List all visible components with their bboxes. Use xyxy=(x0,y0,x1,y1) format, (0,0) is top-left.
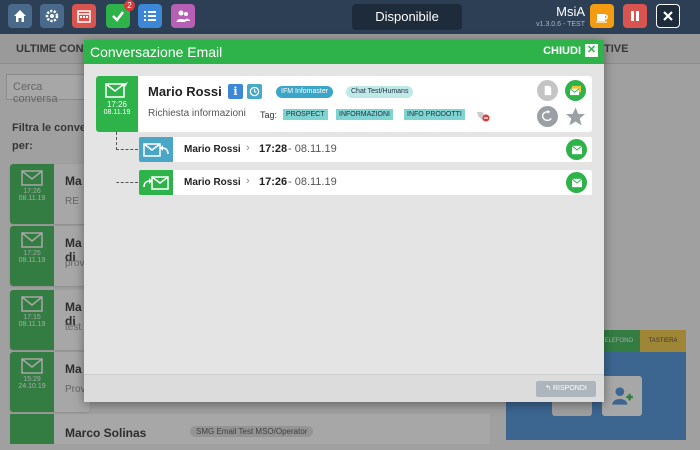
chevron-right-icon: › xyxy=(246,175,250,187)
document-button[interactable] xyxy=(537,80,558,101)
calendar-icon xyxy=(77,10,91,23)
email-subject: Richiesta informazioni xyxy=(148,108,246,119)
pause-button[interactable] xyxy=(623,4,647,28)
tag-label: Tag: xyxy=(260,110,278,120)
callback-button[interactable] xyxy=(537,106,558,127)
close-icon xyxy=(663,11,673,21)
campaign-chip: Chat Test/Humans xyxy=(346,86,414,98)
calendar-button[interactable] xyxy=(72,4,96,28)
queue-chip: IFM Infomaster xyxy=(276,86,334,98)
tag-prospect[interactable]: PROSPECT xyxy=(283,109,328,120)
users-icon xyxy=(176,10,190,22)
callback-icon xyxy=(541,110,552,122)
email-conversation-modal: Conversazione Email CHIUDI ✕ 17:26 08.11… xyxy=(84,40,604,402)
open-reply-button[interactable] xyxy=(566,139,587,160)
open-reply-button[interactable] xyxy=(566,172,587,193)
user-name: MsiA xyxy=(556,4,585,19)
info-icon[interactable]: i xyxy=(228,84,243,99)
favorite-button[interactable] xyxy=(565,106,586,127)
list-icon xyxy=(144,11,156,21)
envelope-icon xyxy=(571,177,582,187)
modal-footer: ↰ RISPONDI xyxy=(84,374,604,402)
reply-date: - 08.11.19 xyxy=(288,143,337,155)
home-button[interactable] xyxy=(8,4,32,28)
app-window: 2 Disponibile MsiA v1.3.0.6 - TEST ULTIM… xyxy=(0,0,700,450)
clock-icon xyxy=(249,86,260,97)
reply-tile xyxy=(139,137,173,162)
remove-tag-icon[interactable] xyxy=(476,108,490,122)
tag-info-prodotti[interactable]: INFO PRODOTTI xyxy=(404,109,465,120)
app-version: v1.3.0.6 - TEST xyxy=(536,21,585,28)
email-time: 17:26 xyxy=(106,100,128,109)
close-label: CHIUDI xyxy=(543,44,581,57)
sender-name: Mario Rossi xyxy=(148,84,222,99)
settings-button[interactable] xyxy=(40,4,64,28)
star-icon xyxy=(566,107,585,125)
forward-tile xyxy=(139,170,173,195)
thread-connector xyxy=(116,150,138,183)
tag-informazioni[interactable]: INFORMAZIONI xyxy=(336,109,393,120)
close-icon: ✕ xyxy=(585,44,598,57)
email-date: 08.11.19 xyxy=(103,109,131,116)
history-icon[interactable] xyxy=(247,84,262,99)
reply-arrow-icon: ↰ xyxy=(545,385,553,392)
exit-button[interactable] xyxy=(656,4,680,28)
chevron-right-icon: › xyxy=(246,142,250,154)
document-icon xyxy=(544,85,552,96)
coffee-icon xyxy=(596,14,608,23)
check-icon xyxy=(112,11,124,22)
thread-row[interactable]: Mario Rossi › 17:28 - 08.11.19 xyxy=(139,137,592,162)
main-email-card[interactable]: 17:26 08.11.19 Mario Rossi i IFM Infomas… xyxy=(96,76,592,132)
contacts-button[interactable] xyxy=(171,4,195,28)
modal-title: Conversazione Email xyxy=(90,44,223,60)
top-bar: 2 Disponibile MsiA v1.3.0.6 - TEST xyxy=(0,0,700,34)
mail-stack-icon xyxy=(569,85,581,96)
break-button[interactable] xyxy=(590,4,614,28)
reply-time: 17:26 xyxy=(259,176,288,188)
reply-envelope-icon xyxy=(105,82,128,98)
home-icon xyxy=(14,10,26,22)
thread-connector xyxy=(116,132,138,150)
reply-icon xyxy=(143,142,169,157)
forward-icon xyxy=(143,175,169,190)
reply-button-label: RISPONDI xyxy=(552,385,587,392)
tasks-button[interactable]: 2 xyxy=(106,0,135,28)
availability-status[interactable]: Disponibile xyxy=(352,4,462,30)
pause-icon xyxy=(631,11,639,21)
list-button[interactable] xyxy=(138,4,162,28)
reply-time: 17:28 xyxy=(259,143,288,155)
thread-row[interactable]: Mario Rossi › 17:26 - 08.11.19 xyxy=(139,170,592,195)
reply-button[interactable]: ↰ RISPONDI xyxy=(536,381,596,397)
reply-date: - 08.11.19 xyxy=(288,176,337,188)
open-email-button[interactable] xyxy=(565,80,586,101)
modal-header: Conversazione Email CHIUDI ✕ xyxy=(84,40,604,64)
close-button[interactable]: CHIUDI ✕ xyxy=(543,44,598,57)
gear-icon xyxy=(45,9,59,23)
envelope-icon xyxy=(571,144,582,154)
reply-sender: Mario Rossi xyxy=(184,177,241,188)
email-tile: 17:26 08.11.19 xyxy=(96,76,138,132)
reply-sender: Mario Rossi xyxy=(184,144,241,155)
tasks-badge: 2 xyxy=(124,0,135,11)
